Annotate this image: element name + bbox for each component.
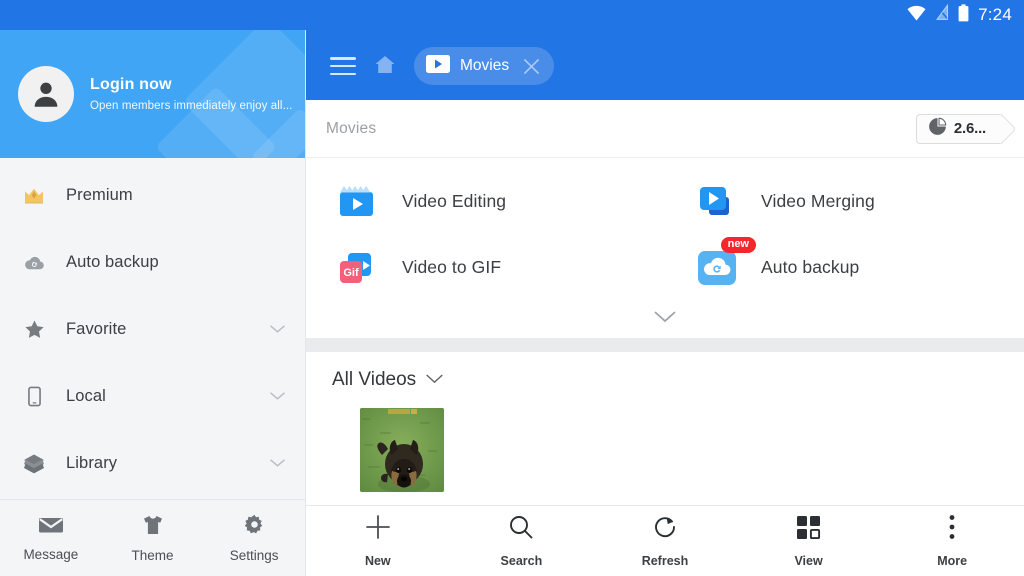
sidebar-item-label: Local bbox=[66, 387, 106, 405]
navigation-drawer: Login now Open members immediately enjoy… bbox=[0, 0, 306, 576]
tab-movies[interactable]: Movies bbox=[414, 47, 555, 85]
svg-text:Gif: Gif bbox=[343, 267, 359, 279]
close-icon[interactable] bbox=[519, 58, 544, 75]
footer-item-label: Theme bbox=[131, 547, 174, 563]
toolbar-label: Search bbox=[500, 554, 543, 568]
toolbar-label: View bbox=[794, 553, 823, 568]
storage-size-text: 2.6... bbox=[953, 120, 986, 137]
more-vertical-icon bbox=[948, 514, 956, 545]
toolbar-new-button[interactable]: New bbox=[306, 514, 450, 568]
chevron-down-icon[interactable] bbox=[426, 371, 443, 389]
all-videos-title: All Videos bbox=[332, 369, 417, 390]
account-text: Login now Open members immediately enjoy… bbox=[90, 76, 292, 112]
drawer-menu: Premium Auto backup Favorite Local Libra… bbox=[0, 158, 305, 499]
section-title: Movies bbox=[326, 119, 377, 137]
sidebar-item-label: Premium bbox=[66, 186, 133, 204]
status-bar: 7:24 bbox=[0, 0, 1024, 30]
sidebar-item-label: Auto backup bbox=[66, 253, 159, 271]
feature-panel: Video Editing Video Merging Gif Video to… bbox=[306, 158, 1024, 338]
chevron-down-icon bbox=[654, 310, 676, 328]
toolbar-label: More bbox=[937, 554, 968, 568]
feature-label: Video Editing bbox=[402, 190, 507, 211]
feature-video-to-gif[interactable]: Gif Video to GIF bbox=[306, 234, 665, 300]
cloud-sync-icon bbox=[22, 251, 46, 274]
gear-icon bbox=[243, 513, 266, 541]
layers-icon bbox=[22, 452, 46, 476]
expand-features-button[interactable] bbox=[306, 300, 1024, 338]
sidebar-item-favorite[interactable]: Favorite bbox=[0, 296, 305, 363]
sidebar-item-library[interactable]: Library bbox=[0, 430, 305, 497]
drawer-footer: Message Theme Settings bbox=[0, 499, 305, 576]
sidebar-item-local[interactable]: Local bbox=[0, 363, 305, 430]
avatar[interactable] bbox=[18, 66, 74, 122]
grid-view-icon bbox=[796, 515, 821, 545]
tab-label: Movies bbox=[460, 57, 510, 74]
toolbar-view-button[interactable]: View bbox=[737, 515, 881, 568]
feature-label: Auto backup bbox=[761, 256, 860, 277]
login-subtitle: Open members immediately enjoy all... bbox=[90, 100, 293, 112]
dog-on-grass-thumbnail[interactable] bbox=[360, 408, 444, 492]
login-title: Login now bbox=[90, 76, 172, 93]
toolbar-refresh-button[interactable]: Refresh bbox=[593, 514, 737, 568]
pie-chart-icon bbox=[928, 117, 947, 141]
app-root: Login now Open members immediately enjoy… bbox=[0, 0, 1024, 576]
toolbar-more-button[interactable]: More bbox=[880, 514, 1024, 568]
cloud-sync-icon: new bbox=[695, 237, 756, 289]
footer-item-theme[interactable]: Theme bbox=[102, 514, 204, 563]
crown-icon bbox=[22, 187, 46, 205]
chevron-down-icon[interactable] bbox=[270, 321, 285, 339]
person-icon bbox=[34, 82, 58, 107]
chevron-down-icon[interactable] bbox=[270, 388, 285, 406]
feature-video-merging[interactable]: Video Merging bbox=[665, 168, 1024, 234]
video-play-icon bbox=[426, 54, 450, 78]
toolbar-search-button[interactable]: Search bbox=[450, 514, 594, 568]
footer-item-message[interactable]: Message bbox=[0, 515, 102, 562]
gif-icon: Gif bbox=[336, 245, 380, 289]
feature-grid: Video Editing Video Merging Gif Video to… bbox=[306, 168, 1024, 300]
merge-video-icon bbox=[695, 179, 739, 223]
main-content: Movies Movies 2.6... Video Editing Video… bbox=[306, 0, 1024, 576]
feature-label: Video Merging bbox=[761, 190, 875, 211]
sidebar-item-premium[interactable]: Premium bbox=[0, 162, 305, 229]
toolbar-label: Refresh bbox=[641, 554, 689, 568]
clapperboard-icon bbox=[336, 179, 380, 223]
star-icon bbox=[22, 318, 46, 341]
feature-auto-backup[interactable]: new Auto backup bbox=[665, 234, 1024, 300]
search-icon bbox=[508, 514, 534, 545]
refresh-icon bbox=[652, 514, 678, 545]
chevron-down-icon[interactable] bbox=[270, 455, 285, 473]
account-header[interactable]: Login now Open members immediately enjoy… bbox=[0, 30, 305, 158]
feature-label: Video to GIF bbox=[402, 256, 502, 277]
sidebar-item-label: Favorite bbox=[66, 320, 127, 338]
app-bar-row: Movies bbox=[330, 40, 555, 92]
bottom-toolbar: New Search Refresh View More bbox=[306, 505, 1024, 576]
new-badge: new bbox=[720, 237, 756, 253]
feature-video-editing[interactable]: Video Editing bbox=[306, 168, 665, 234]
sidebar-item-label: Library bbox=[66, 454, 118, 472]
section-header: Movies 2.6... bbox=[306, 100, 1024, 158]
home-icon[interactable] bbox=[374, 54, 396, 79]
all-videos-header[interactable]: All Videos bbox=[306, 352, 1024, 408]
footer-item-label: Settings bbox=[229, 548, 279, 563]
wifi-icon bbox=[907, 5, 926, 26]
phone-icon bbox=[22, 385, 46, 408]
sidebar-item-auto-backup[interactable]: Auto backup bbox=[0, 229, 305, 296]
storage-size-badge[interactable]: 2.6... bbox=[915, 113, 1002, 144]
toolbar-label: New bbox=[364, 554, 391, 568]
envelope-icon bbox=[38, 515, 64, 540]
hamburger-icon[interactable] bbox=[330, 57, 356, 75]
section-divider bbox=[306, 338, 1024, 352]
plus-icon bbox=[365, 514, 391, 545]
footer-item-label: Message bbox=[23, 546, 79, 562]
signal-off-icon bbox=[935, 3, 949, 26]
footer-item-settings[interactable]: Settings bbox=[203, 513, 305, 563]
status-time: 7:24 bbox=[978, 5, 1012, 24]
tshirt-icon bbox=[141, 514, 165, 541]
battery-icon bbox=[958, 3, 969, 27]
